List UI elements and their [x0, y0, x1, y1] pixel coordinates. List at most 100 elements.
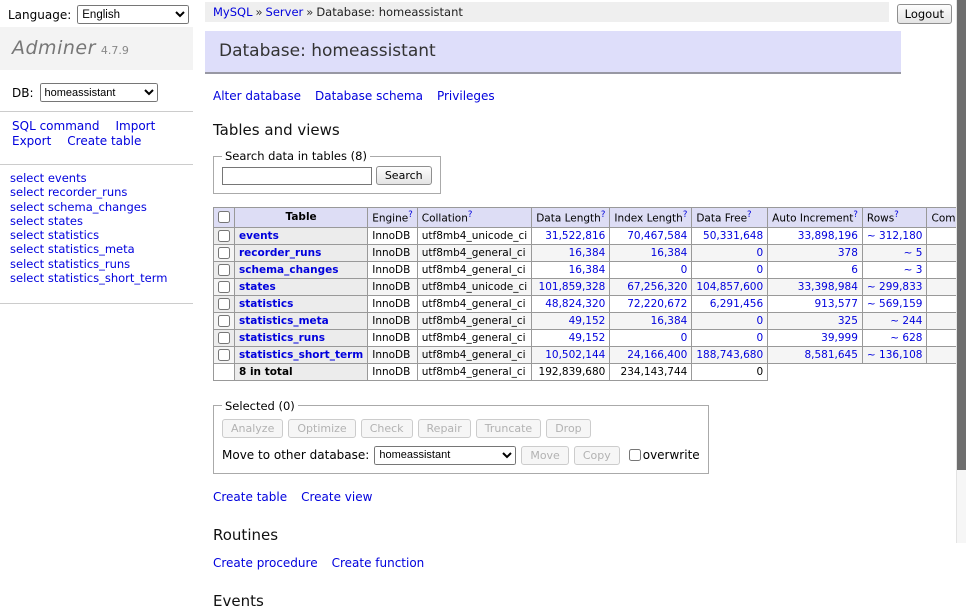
check-button[interactable]: Check	[361, 419, 413, 438]
data-length-cell-link[interactable]: 49,152	[569, 332, 606, 344]
row-checkbox[interactable]	[218, 281, 230, 293]
sidebar-action-link[interactable]: Create table	[67, 134, 141, 148]
optimize-button[interactable]: Optimize	[288, 419, 355, 438]
data-length-cell-link[interactable]: 16,384	[569, 247, 606, 259]
data-free-cell-link[interactable]: 104,857,600	[696, 281, 763, 293]
db-select[interactable]: homeassistant	[40, 83, 158, 102]
auto-increment-cell-link[interactable]: 378	[838, 247, 858, 259]
rows-count-cell-link[interactable]: ~ 5	[904, 247, 923, 259]
auto-increment-cell-link[interactable]: 8,581,645	[804, 349, 857, 361]
select-all-checkbox[interactable]	[218, 211, 230, 223]
table-name-link[interactable]: statistics_meta	[239, 315, 329, 327]
row-checkbox[interactable]	[218, 298, 230, 310]
table-structure-link[interactable]: statistics_runs	[48, 257, 130, 271]
table-name-link[interactable]: schema_changes	[239, 264, 339, 276]
table-structure-link[interactable]: statistics_short_term	[48, 271, 168, 285]
table-structure-link[interactable]: schema_changes	[48, 200, 147, 214]
table-name-link[interactable]: statistics	[239, 298, 293, 310]
select-data-link[interactable]: select	[10, 228, 44, 242]
table-structure-link[interactable]: events	[48, 171, 87, 185]
create-link[interactable]: Create view	[301, 490, 372, 504]
sidebar-action-link[interactable]: Export	[12, 134, 51, 148]
table-name-link[interactable]: statistics_runs	[239, 332, 325, 344]
rows-count-cell-link[interactable]: ~ 244	[890, 315, 922, 327]
data-length-cell-link[interactable]: 101,859,328	[539, 281, 606, 293]
data-length-cell-link[interactable]: 48,824,320	[545, 298, 605, 310]
auto-increment-cell-link[interactable]: 6	[851, 264, 858, 276]
select-data-link[interactable]: select	[10, 242, 44, 256]
data-free-cell-link[interactable]: 188,743,680	[696, 349, 763, 361]
breadcrumb-link[interactable]: Server	[266, 5, 304, 19]
move-button[interactable]: Move	[521, 446, 569, 465]
copy-button[interactable]: Copy	[574, 446, 620, 465]
data-length-cell-link[interactable]: 49,152	[569, 315, 606, 327]
move-db-select[interactable]: homeassistant	[374, 446, 516, 465]
breadcrumb-link[interactable]: MySQL	[213, 5, 253, 19]
auto-increment-cell-link[interactable]: 39,999	[821, 332, 858, 344]
table-structure-link[interactable]: recorder_runs	[48, 185, 128, 199]
repair-button[interactable]: Repair	[418, 419, 471, 438]
sidebar-action-link[interactable]: SQL command	[12, 119, 99, 133]
doc-hint-link[interactable]: ?	[894, 210, 899, 220]
table-structure-link[interactable]: statistics_meta	[48, 242, 135, 256]
drop-button[interactable]: Drop	[546, 419, 590, 438]
index-length-cell-link[interactable]: 67,256,320	[627, 281, 687, 293]
doc-hint-link[interactable]: ?	[468, 210, 473, 220]
table-name-link[interactable]: events	[239, 230, 279, 242]
auto-increment-cell-link[interactable]: 33,398,984	[798, 281, 858, 293]
select-data-link[interactable]: select	[10, 271, 44, 285]
search-button[interactable]: Search	[376, 166, 432, 185]
select-data-link[interactable]: select	[10, 171, 44, 185]
select-data-link[interactable]: select	[10, 257, 44, 271]
index-length-cell-link[interactable]: 0	[681, 332, 688, 344]
analyze-button[interactable]: Analyze	[222, 419, 283, 438]
data-free-cell-link[interactable]: 0	[756, 264, 763, 276]
index-length-cell-link[interactable]: 70,467,584	[627, 230, 687, 242]
table-name-link[interactable]: statistics_short_term	[239, 349, 363, 361]
database-action-link[interactable]: Alter database	[213, 89, 301, 103]
doc-hint-link[interactable]: ?	[747, 210, 752, 220]
select-data-link[interactable]: select	[10, 200, 44, 214]
select-data-link[interactable]: select	[10, 214, 44, 228]
data-free-cell-link[interactable]: 0	[756, 247, 763, 259]
truncate-button[interactable]: Truncate	[476, 419, 541, 438]
row-checkbox[interactable]	[218, 332, 230, 344]
search-input[interactable]	[222, 167, 372, 185]
doc-hint-link[interactable]: ?	[601, 210, 606, 220]
auto-increment-cell-link[interactable]: 913,577	[815, 298, 858, 310]
row-checkbox[interactable]	[218, 264, 230, 276]
database-action-link[interactable]: Privileges	[437, 89, 495, 103]
row-checkbox[interactable]	[218, 230, 230, 242]
overwrite-checkbox[interactable]	[629, 449, 641, 461]
data-length-cell-link[interactable]: 16,384	[569, 264, 606, 276]
table-name-link[interactable]: states	[239, 281, 276, 293]
index-length-cell-link[interactable]: 24,166,400	[627, 349, 687, 361]
doc-hint-link[interactable]: ?	[683, 210, 688, 220]
data-free-cell-link[interactable]: 6,291,456	[710, 298, 763, 310]
language-select[interactable]: English	[77, 5, 189, 24]
doc-hint-link[interactable]: ?	[853, 210, 858, 220]
database-action-link[interactable]: Database schema	[315, 89, 423, 103]
data-length-cell-link[interactable]: 31,522,816	[545, 230, 605, 242]
data-free-cell-link[interactable]: 0	[756, 315, 763, 327]
row-checkbox[interactable]	[218, 349, 230, 361]
data-free-cell-link[interactable]: 50,331,648	[703, 230, 763, 242]
select-data-link[interactable]: select	[10, 185, 44, 199]
index-length-cell-link[interactable]: 0	[681, 264, 688, 276]
rows-count-cell-link[interactable]: ~ 3	[904, 264, 923, 276]
data-length-cell-link[interactable]: 10,502,144	[545, 349, 605, 361]
table-structure-link[interactable]: states	[48, 214, 83, 228]
row-checkbox[interactable]	[218, 315, 230, 327]
routine-link[interactable]: Create function	[332, 556, 425, 570]
scrollbar-thumb[interactable]	[957, 0, 966, 470]
row-checkbox[interactable]	[218, 247, 230, 259]
index-length-cell-link[interactable]: 16,384	[651, 315, 688, 327]
rows-count-cell-link[interactable]: ~ 312,180	[867, 230, 923, 242]
data-free-cell-link[interactable]: 0	[756, 332, 763, 344]
sidebar-action-link[interactable]: Import	[115, 119, 155, 133]
rows-count-cell-link[interactable]: ~ 628	[890, 332, 922, 344]
table-name-link[interactable]: recorder_runs	[239, 247, 321, 259]
index-length-cell-link[interactable]: 72,220,672	[627, 298, 687, 310]
table-structure-link[interactable]: statistics	[48, 228, 99, 242]
index-length-cell-link[interactable]: 16,384	[651, 247, 688, 259]
